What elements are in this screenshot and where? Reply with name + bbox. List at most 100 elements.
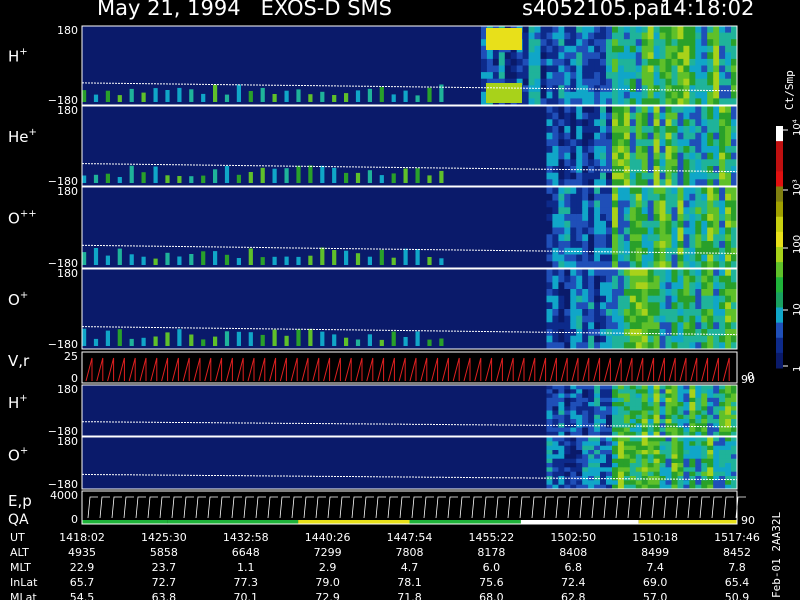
heatmap-cell <box>552 234 559 242</box>
burst-mark <box>141 256 146 265</box>
heatmap-cell <box>713 467 720 473</box>
heatmap-cell <box>564 78 571 86</box>
heatmap-cell <box>623 467 631 473</box>
qa-bar-segment <box>298 520 410 524</box>
heatmap-cell <box>588 126 595 134</box>
ephemeris-value: 7299 <box>314 546 342 559</box>
heatmap-cell <box>623 227 631 235</box>
heatmap-cell <box>570 427 577 433</box>
heatmap-cell <box>659 437 667 442</box>
heatmap-cell <box>594 302 601 310</box>
colorbar-segment <box>776 262 783 278</box>
heatmap-cell <box>635 139 643 147</box>
heatmap-cell <box>689 414 696 420</box>
heatmap-cell <box>713 193 720 202</box>
heatmap-cell <box>617 187 625 195</box>
heatmap-cell <box>725 295 732 303</box>
heatmap-cell <box>546 309 553 317</box>
heatmap-cell <box>570 159 577 167</box>
heatmap-cell <box>623 119 631 127</box>
heatmap-cell <box>534 65 541 73</box>
heatmap-cell <box>677 58 684 66</box>
burst-mark <box>129 165 134 183</box>
heatmap-cell <box>719 410 726 416</box>
heatmap-cell <box>713 146 720 154</box>
heatmap-cell <box>582 26 589 34</box>
heatmap-cell <box>719 214 726 222</box>
heatmap-cell <box>671 476 678 481</box>
heatmap-cell <box>641 480 649 486</box>
heatmap-cell <box>701 65 708 73</box>
heatmap-cell <box>600 458 607 464</box>
heatmap-cell <box>701 322 708 330</box>
heatmap-cell <box>570 132 577 140</box>
heatmap-cell <box>498 72 506 80</box>
heatmap-cell <box>600 241 607 249</box>
heatmap-cell <box>576 441 583 447</box>
heatmap-cell <box>558 179 565 187</box>
heatmap-cell <box>576 322 583 330</box>
heatmap-cell <box>707 132 714 140</box>
heatmap-cell <box>707 112 714 120</box>
burst-mark <box>93 248 99 265</box>
heatmap-cell <box>659 65 667 73</box>
heatmap-cell <box>546 58 553 66</box>
heatmap-cell <box>683 402 690 407</box>
heatmap-cell <box>677 315 684 323</box>
heatmap-cell <box>552 126 559 134</box>
heatmap-cell <box>713 78 720 86</box>
heatmap-cell <box>671 282 678 290</box>
heatmap-cell <box>558 26 565 34</box>
burst-mark <box>213 84 218 102</box>
heatmap-cell <box>629 427 637 433</box>
heatmap-cell <box>623 329 631 337</box>
heatmap-cell <box>552 39 559 47</box>
heatmap-cell <box>641 309 649 317</box>
heatmap-cell <box>719 78 726 86</box>
heatmap-cell <box>671 295 678 303</box>
heatmap-cell <box>606 437 613 442</box>
heatmap-cell <box>713 52 720 60</box>
colorbar-segment <box>776 292 783 308</box>
heatmap-cell <box>570 393 577 399</box>
heatmap-cell <box>582 32 589 40</box>
heatmap-cell <box>629 389 637 395</box>
heatmap-cell <box>606 112 613 120</box>
heatmap-cell <box>558 419 565 424</box>
heatmap-cell <box>695 126 702 134</box>
heatmap-cell <box>582 463 589 468</box>
heatmap-cell <box>689 402 696 407</box>
heatmap-cell <box>695 200 702 208</box>
heatmap-cell <box>719 385 726 390</box>
heatmap-cell <box>701 423 708 429</box>
burst-mark <box>236 331 241 346</box>
heatmap-cell <box>683 423 690 429</box>
heatmap-cell <box>612 119 619 127</box>
heatmap-cell <box>552 220 559 229</box>
heatmap-cell <box>546 26 553 34</box>
heatmap-cell <box>641 214 649 222</box>
heatmap-cell <box>683 437 690 442</box>
heatmap-cell <box>659 207 667 215</box>
heatmap-cell <box>665 295 672 303</box>
heatmap-cell <box>606 106 613 114</box>
heatmap-cell <box>612 45 619 53</box>
heatmap-cell <box>635 152 643 160</box>
heatmap-cell <box>653 247 661 256</box>
heatmap-cell <box>659 227 667 235</box>
heatmap-cell <box>689 397 696 403</box>
heatmap-cell <box>695 454 702 460</box>
heatmap-cell <box>564 172 571 180</box>
heatmap-cell <box>707 98 714 106</box>
heatmap-cell <box>641 45 649 53</box>
heatmap-cell <box>677 179 684 187</box>
heatmap-cell <box>594 159 601 167</box>
heatmap-cell <box>689 247 696 256</box>
heatmap-cell <box>635 269 643 277</box>
burst-mark <box>153 258 158 265</box>
heatmap-cell <box>588 119 595 127</box>
heatmap-cell <box>552 254 559 262</box>
heatmap-cell <box>629 58 637 66</box>
heatmap-cell <box>665 454 672 460</box>
heatmap-cell <box>576 309 583 317</box>
